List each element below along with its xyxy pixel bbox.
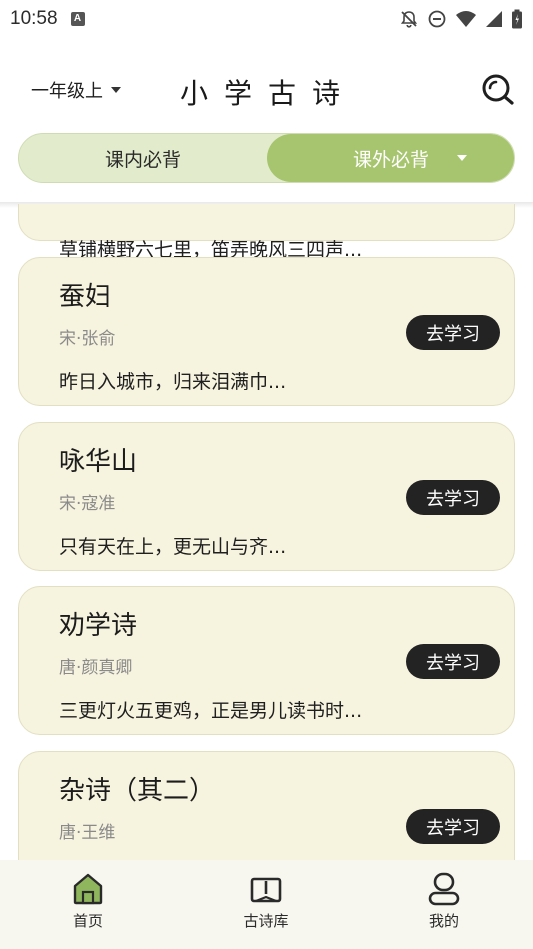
search-icon: [482, 74, 514, 105]
poem-list[interactable]: 草铺横野六七里，笛弄晚风三四声... 蚕妇 宋·张俞 去学习 昨日入城市，归来泪…: [0, 204, 533, 860]
tab-label: 古诗库: [243, 912, 289, 930]
poem-title: 杂诗（其二）: [59, 776, 216, 806]
caret-down-icon: [457, 155, 467, 161]
poem-title: 咏华山: [59, 447, 138, 477]
cell-signal-icon: [486, 11, 502, 27]
poem-title: 劝学诗: [59, 611, 138, 641]
bottom-tab-bar: 首页 古诗库 我的: [0, 860, 533, 949]
tab-poem-library[interactable]: 古诗库: [216, 872, 316, 931]
tab-home[interactable]: 首页: [38, 872, 138, 931]
app-header: 一年级上 小学古诗: [0, 58, 533, 120]
poem-card[interactable]: 草铺横野六七里，笛弄晚风三四声...: [18, 204, 515, 261]
battery-icon: [512, 9, 522, 29]
do-not-disturb-icon: [428, 10, 446, 28]
poem-card[interactable]: 蚕妇 宋·张俞 去学习 昨日入城市，归来泪满巾...: [18, 257, 515, 406]
tab-label: 我的: [428, 912, 459, 930]
wifi-icon: [456, 11, 476, 27]
notifications-off-icon: [400, 11, 418, 28]
poem-first-line: 昨日入城市，归来泪满巾...: [59, 371, 287, 393]
tab-label: 首页: [72, 912, 103, 930]
tab-profile[interactable]: 我的: [394, 872, 494, 931]
poem-card[interactable]: 劝学诗 唐·颜真卿 去学习 三更灯火五更鸡，正是男儿读书时...: [18, 586, 515, 735]
tab-in-class[interactable]: 课内必背: [19, 134, 267, 182]
poem-card[interactable]: 咏华山 宋·寇准 去学习 只有天在上，更无山与齐...: [18, 422, 515, 571]
poem-title: 蚕妇: [59, 282, 112, 312]
book-icon: [250, 877, 282, 903]
poem-author: 宋·寇准: [59, 494, 116, 514]
grade-selector[interactable]: 一年级上: [31, 77, 121, 103]
poem-first-line: 只有天在上，更无山与齐...: [59, 536, 287, 558]
search-button[interactable]: [481, 72, 515, 106]
status-bar: 10:58 A: [0, 0, 533, 38]
tab-extracurricular[interactable]: 课外必背: [267, 134, 514, 182]
grade-selector-label: 一年级上: [31, 81, 103, 102]
poem-author: 唐·王维: [59, 823, 116, 843]
study-button[interactable]: 去学习: [406, 809, 500, 844]
category-segment: 课内必背 课外必背: [18, 133, 515, 183]
page-title: 小学古诗: [180, 77, 357, 110]
poem-author: 宋·张俞: [59, 329, 116, 349]
study-button[interactable]: 去学习: [406, 644, 500, 679]
poem-card[interactable]: 杂诗（其二） 唐·王维 去学习: [18, 751, 515, 860]
study-button[interactable]: 去学习: [406, 480, 500, 515]
home-icon: [73, 873, 103, 905]
poem-first-line: 三更灯火五更鸡，正是男儿读书时...: [59, 700, 363, 722]
caret-down-icon: [111, 87, 121, 93]
study-button[interactable]: 去学习: [406, 315, 500, 350]
status-time: 10:58: [10, 8, 58, 29]
profile-icon: [428, 872, 460, 906]
poem-author: 唐·颜真卿: [59, 658, 133, 678]
tab-extracurricular-label: 课外必背: [352, 148, 429, 171]
status-notification-badge: A: [70, 12, 85, 26]
status-icons: [399, 9, 523, 29]
